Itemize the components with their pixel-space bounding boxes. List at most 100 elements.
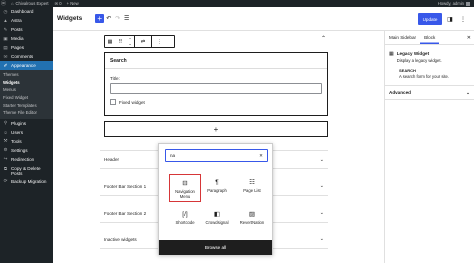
users-icon: ☺	[3, 129, 8, 135]
block-description: Display a legacy widget.	[396, 58, 442, 63]
posts-icon: ✎	[3, 26, 8, 32]
close-icon[interactable]: ✕	[467, 35, 471, 41]
inserter-item-label: Crowdsignal	[205, 220, 229, 225]
admin-bar-comments[interactable]: ✉ 0	[55, 1, 62, 6]
update-button[interactable]: Update	[418, 13, 442, 25]
undo-icon[interactable]: ↶	[104, 14, 113, 23]
settings-tabs: Main Sidebar Block ✕	[385, 31, 474, 45]
settings-toggle-icon[interactable]: ◨	[445, 14, 455, 24]
submenu-item-starter-templates[interactable]: Starter Templates	[0, 101, 53, 109]
block-inserter-popover: na ✕ ⊟ Navigation Menu ¶ Paragraph ☷ Page Lis…	[158, 143, 273, 255]
block-more-options-icon[interactable]: ⋮	[152, 36, 167, 47]
admin-menu: ◷ Dashboard ▲ Astra ✎ Posts ▣ Media ▤ Pages ✉ Comme…	[0, 7, 53, 263]
sidebar-item-media[interactable]: ▣ Media	[0, 34, 53, 43]
copy-delete-icon: ⧉	[3, 165, 8, 171]
tab-block[interactable]: Block	[420, 31, 439, 44]
sidebar-item-label: Pages	[11, 45, 25, 50]
block-appender-button[interactable]: +	[104, 121, 328, 137]
transform-icon[interactable]: ⇄	[135, 36, 151, 47]
inserter-item-revertnation[interactable]: ▨ RevertNation	[236, 206, 268, 234]
navigation-icon: ⊟	[182, 179, 188, 187]
site-name: Chivalrous Expert	[15, 1, 49, 6]
sidebar-item-label: Comments	[11, 54, 34, 59]
drag-handle-icon[interactable]: ⠿	[115, 36, 126, 47]
inserter-item-crowdsignal[interactable]: ◧ Crowdsignal	[201, 206, 233, 234]
widget-area-title: Footer Bar Section 1	[104, 183, 147, 189]
sidebar-item-label: Redirection	[11, 156, 35, 162]
legacy-widget-block[interactable]: Search Title: Fixed widget	[104, 52, 328, 116]
block-toolbar: ▦ ⠿ ⌃ ⌄ ⇄ ⋮	[104, 35, 175, 48]
sidebar-item-backup-migration[interactable]: ⟳ Backup Migration	[0, 177, 53, 186]
inserter-item-navigation-menu[interactable]: ⊟ Navigation Menu	[169, 174, 201, 202]
inserter-search-input[interactable]: na ✕	[165, 149, 268, 162]
add-block-button[interactable]: +	[95, 14, 105, 23]
page-list-icon: ☷	[249, 178, 255, 186]
chevron-down-icon: ⌄	[319, 210, 324, 216]
inserter-item-shortcode[interactable]: [/] Shortcode	[169, 206, 201, 234]
inserter-item-label: Navigation Menu	[175, 189, 195, 199]
admin-bar-new[interactable]: + New	[67, 1, 79, 6]
advanced-panel-toggle[interactable]: Advanced ⌄	[385, 86, 474, 100]
sidebar-item-label: Backup Migration	[11, 178, 47, 184]
sidebar-item-plugins[interactable]: ⚲ Plugins	[0, 119, 53, 128]
sidebar-item-label: Plugins	[11, 120, 27, 126]
close-icon[interactable]: ✕	[259, 153, 263, 159]
chevron-up-icon: ⌃	[320, 35, 326, 42]
title-input[interactable]	[110, 83, 322, 94]
submenu-item-themes[interactable]: Themes	[0, 71, 53, 79]
admin-bar-account[interactable]: Howdy, admin	[438, 1, 470, 6]
legacy-widget-icon[interactable]: ▦	[105, 36, 115, 47]
sidebar-item-copy-delete-posts[interactable]: ⧉ Copy & Delete Posts	[0, 164, 53, 177]
widget-description: A search form for your site.	[399, 74, 450, 79]
inserter-item-label: Paragraph	[207, 188, 227, 193]
avatar	[466, 1, 470, 6]
redo-icon[interactable]: ↷	[113, 14, 122, 23]
fixed-widget-checkbox[interactable]: Fixed widget	[110, 99, 322, 105]
sidebar-item-label: Copy & Delete Posts	[10, 165, 41, 176]
sidebar-item-appearance[interactable]: ✐ Appearance	[0, 61, 53, 70]
sidebar-item-label: Media	[11, 36, 24, 41]
sidebar-item-label: Users	[11, 129, 23, 135]
block-name: Legacy Widget	[396, 51, 430, 56]
widget-area-title: Footer Bar Section 2	[104, 210, 147, 216]
submenu-item-fixed-widget[interactable]: Fixed Widget	[0, 94, 53, 102]
shortcode-icon: [/]	[182, 210, 188, 218]
legacy-widget-icon: ▦	[389, 51, 394, 57]
editor-header: Widgets + ↶ ↷ ☰ Update ◨ ⋮	[53, 7, 474, 31]
list-view-icon[interactable]: ☰	[122, 14, 131, 23]
browse-all-button[interactable]: Browse all	[159, 240, 272, 255]
admin-bar-site[interactable]: ⌂ Chivalrous Expert	[11, 1, 49, 6]
tab-main-sidebar[interactable]: Main Sidebar	[385, 31, 420, 44]
inserter-item-label: Shortcode	[175, 220, 195, 225]
sidebar-item-pages[interactable]: ▤ Pages	[0, 43, 53, 52]
sidebar-item-astra[interactable]: ▲ Astra	[0, 16, 53, 25]
sidebar-item-label: Astra	[11, 18, 22, 23]
sidebar-item-redirection[interactable]: ↪ Redirection	[0, 155, 53, 164]
settings-icon: ⚙	[3, 147, 8, 153]
inserter-item-page-list[interactable]: ☷ Page List	[236, 174, 268, 202]
chevron-down-icon: ⌄	[319, 236, 324, 242]
submenu-item-theme-file-editor[interactable]: Theme File Editor	[0, 109, 53, 117]
revertnation-icon: ▨	[248, 210, 256, 218]
sidebar-item-settings[interactable]: ⚙ Settings	[0, 146, 53, 155]
sidebar-item-label: Settings	[11, 147, 28, 153]
sidebar-item-comments[interactable]: ✉ Comments	[0, 52, 53, 61]
submenu-item-widgets[interactable]: Widgets	[0, 79, 53, 87]
block-card: ▦ Legacy Widget Display a legacy widget.…	[385, 45, 474, 86]
submenu-item-menus[interactable]: Menus	[0, 86, 53, 94]
wordpress-logo-icon[interactable]: ⓦ	[0, 0, 7, 7]
chevron-down-icon: ⌄	[466, 89, 470, 95]
move-arrows-icon[interactable]: ⌃ ⌄	[126, 36, 134, 47]
tools-icon: ⚒	[3, 138, 8, 144]
chevron-down-icon: ⌄	[319, 183, 324, 189]
inserter-item-paragraph[interactable]: ¶ Paragraph	[201, 174, 233, 202]
sidebar-item-tools[interactable]: ⚒ Tools	[0, 137, 53, 146]
plugins-icon: ⚲	[3, 120, 8, 126]
sidebar-item-label: Dashboard	[11, 9, 34, 14]
admin-bar: ⓦ ⌂ Chivalrous Expert ✉ 0 + New Howdy, a…	[0, 0, 474, 7]
sidebar-item-dashboard[interactable]: ◷ Dashboard	[0, 7, 53, 16]
sidebar-item-posts[interactable]: ✎ Posts	[0, 25, 53, 34]
more-options-icon[interactable]: ⋮	[458, 14, 468, 24]
page-title: Widgets	[57, 15, 83, 22]
sidebar-item-users[interactable]: ☺ Users	[0, 128, 53, 137]
